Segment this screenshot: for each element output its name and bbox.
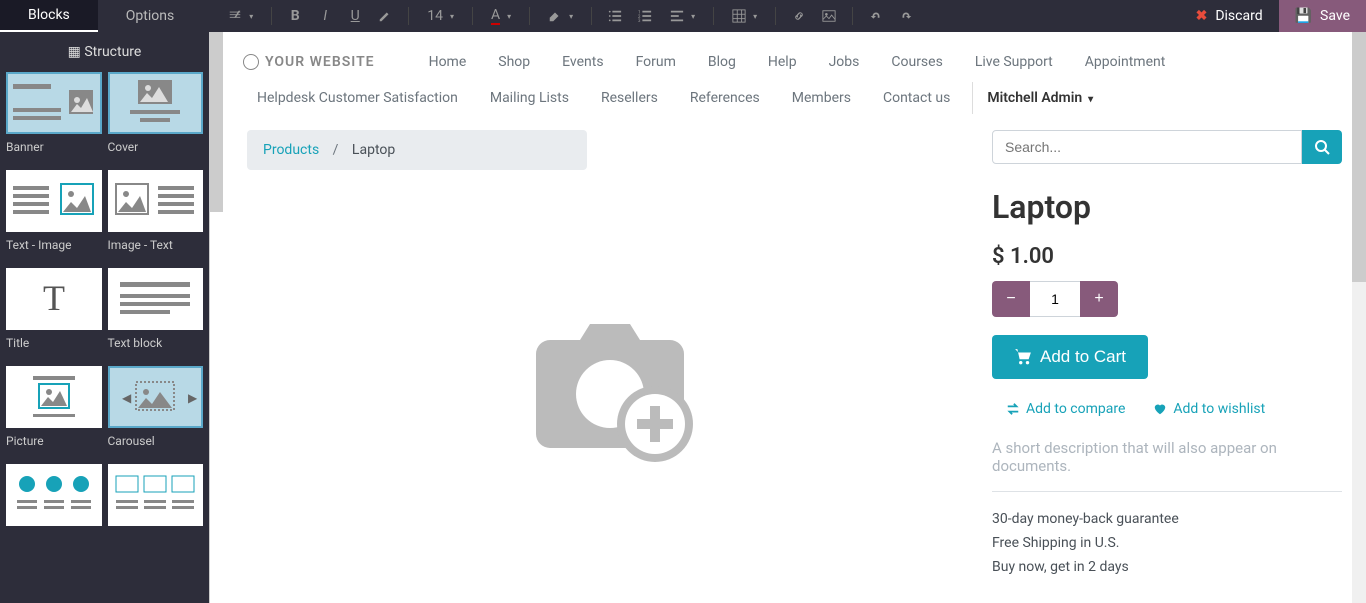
nav-item-help[interactable]: Help xyxy=(754,46,811,78)
nav-item-courses[interactable]: Courses xyxy=(877,46,956,78)
site-logo: YOUR WEBSITE xyxy=(243,54,375,70)
svg-text:T: T xyxy=(43,278,65,318)
compare-icon xyxy=(1006,402,1020,416)
editor-toolbar: Blocks Options ▾ B I U 14▾ A▾ ▾ 123 ▾ ▾ xyxy=(0,0,1366,32)
save-button[interactable]: 💾Save xyxy=(1279,0,1366,32)
close-icon: ✖ xyxy=(1196,8,1208,24)
product-image-placeholder[interactable] xyxy=(247,170,972,510)
nav-item-members[interactable]: Members xyxy=(778,82,865,114)
nav-item-forum[interactable]: Forum xyxy=(622,46,690,78)
block-carousel[interactable]: ◀▶ Carousel xyxy=(108,366,204,458)
nav-item-live-support[interactable]: Live Support xyxy=(961,46,1067,78)
guarantee-line-2: Free Shipping in U.S. xyxy=(992,532,1342,556)
highlight-dropdown[interactable]: ▾ xyxy=(540,3,581,29)
block-gallery[interactable] xyxy=(108,464,204,542)
nav-item-shop[interactable]: Shop xyxy=(484,46,544,78)
svg-text:▶: ▶ xyxy=(188,391,198,405)
guarantee-line-3: Buy now, get in 2 days xyxy=(992,556,1342,580)
breadcrumb-root[interactable]: Products xyxy=(263,142,319,158)
discard-button[interactable]: ✖Discard xyxy=(1180,0,1279,32)
page-content: YOUR WEBSITE HomeShopEventsForumBlogHelp… xyxy=(223,32,1366,603)
nav-item-events[interactable]: Events xyxy=(548,46,617,78)
nav-item-resellers[interactable]: Resellers xyxy=(587,82,672,114)
table-dropdown[interactable]: ▾ xyxy=(724,3,765,29)
breadcrumb: Products / Laptop xyxy=(247,130,587,170)
guarantee-line-1: 30-day money-back guarantee xyxy=(992,508,1342,532)
style-dropdown[interactable]: ▾ xyxy=(220,3,261,29)
save-icon: 💾 xyxy=(1295,8,1312,24)
undo-button[interactable] xyxy=(863,3,889,29)
nav-item-blog[interactable]: Blog xyxy=(694,46,750,78)
sidebar-scrollbar[interactable] xyxy=(209,32,223,603)
product-title: Laptop xyxy=(992,188,1342,226)
nav-item-appointment[interactable]: Appointment xyxy=(1071,46,1180,78)
nav-item-contact-us[interactable]: Contact us xyxy=(869,82,964,114)
structure-header: ▦ Structure xyxy=(0,32,209,72)
add-to-compare-link[interactable]: Add to compare xyxy=(1006,401,1125,417)
product-price: $ 1.00 xyxy=(992,244,1342,269)
user-menu[interactable]: Mitchell Admin xyxy=(972,82,1107,114)
block-picture[interactable]: Picture xyxy=(6,366,102,458)
underline-button[interactable]: U xyxy=(342,3,368,29)
ol-button[interactable]: 123 xyxy=(632,3,658,29)
block-text-image[interactable]: Text - Image xyxy=(6,170,102,262)
nav-item-jobs[interactable]: Jobs xyxy=(815,46,874,78)
clear-format-button[interactable] xyxy=(372,3,398,29)
nav-item-home[interactable]: Home xyxy=(415,46,481,78)
block-title[interactable]: T Title xyxy=(6,268,102,360)
cart-icon xyxy=(1014,348,1032,366)
nav-item-mailing-lists[interactable]: Mailing Lists xyxy=(476,82,583,114)
short-description[interactable]: A short description that will also appea… xyxy=(992,439,1342,492)
svg-text:3: 3 xyxy=(638,19,641,23)
breadcrumb-current: Laptop xyxy=(352,142,395,158)
heart-icon xyxy=(1153,402,1167,416)
bold-button[interactable]: B xyxy=(282,3,308,29)
nav-item-helpdesk-customer-satisfaction[interactable]: Helpdesk Customer Satisfaction xyxy=(243,82,472,114)
content-scrollbar[interactable] xyxy=(1352,32,1366,603)
tab-blocks[interactable]: Blocks xyxy=(0,0,98,32)
blocks-sidebar: ▦ Structure Banner Cover Text - Image xyxy=(0,32,223,603)
block-banner[interactable]: Banner xyxy=(6,72,102,164)
qty-increase-button[interactable]: + xyxy=(1080,281,1118,317)
redo-button[interactable] xyxy=(893,3,919,29)
nav-item-references[interactable]: References xyxy=(676,82,774,114)
search-button[interactable] xyxy=(1302,130,1342,164)
site-nav: YOUR WEBSITE HomeShopEventsForumBlogHelp… xyxy=(223,32,1366,114)
qty-decrease-button[interactable]: − xyxy=(992,281,1030,317)
add-to-cart-button[interactable]: Add to Cart xyxy=(992,335,1148,379)
search-input[interactable] xyxy=(992,130,1302,164)
italic-button[interactable]: I xyxy=(312,3,338,29)
svg-text:◀: ◀ xyxy=(122,391,132,405)
block-columns[interactable] xyxy=(6,464,102,542)
font-color-dropdown[interactable]: A▾ xyxy=(483,3,519,29)
add-to-wishlist-link[interactable]: Add to wishlist xyxy=(1153,401,1265,417)
align-dropdown[interactable]: ▾ xyxy=(662,3,703,29)
ul-button[interactable] xyxy=(602,3,628,29)
image-button[interactable] xyxy=(816,3,842,29)
block-image-text[interactable]: Image - Text xyxy=(108,170,204,262)
block-text-block[interactable]: Text block xyxy=(108,268,204,360)
tab-options[interactable]: Options xyxy=(98,0,202,32)
qty-input[interactable] xyxy=(1030,281,1080,317)
block-cover[interactable]: Cover xyxy=(108,72,204,164)
link-button[interactable] xyxy=(786,3,812,29)
font-size-dropdown[interactable]: 14▾ xyxy=(419,3,462,29)
